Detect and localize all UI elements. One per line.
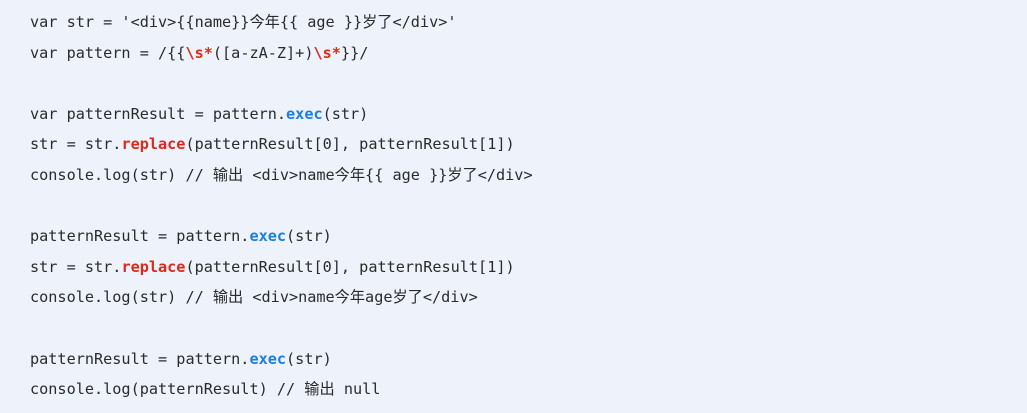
code-token: patternResult = pattern. — [30, 227, 250, 246]
code-keyword-red: \s* — [313, 43, 341, 62]
code-line: console.log(patternResult) // 输出 null — [30, 374, 1027, 405]
code-token: patternResult = pattern. — [30, 349, 250, 368]
code-block: var str = '<div>{{name}}今年{{ age }}岁了</d… — [0, 0, 1027, 413]
code-token: (str) — [286, 227, 332, 246]
code-token: (patternResult[0], patternResult[1]) — [185, 257, 515, 276]
code-token: var patternResult = pattern. — [30, 104, 287, 123]
code-keyword-red: \s* — [185, 43, 213, 62]
code-keyword-blue: exec — [249, 349, 287, 368]
code-line: console.log(str) // 输出 <div>name今年{{ age… — [30, 160, 1027, 191]
code-line: var pattern = /{{\s*([a-zA-Z]+)\s*}}/ — [30, 38, 1027, 69]
code-token: (str) — [286, 349, 332, 368]
code-token: console.log(str) // 输出 <div>name今年age岁了<… — [30, 288, 478, 307]
code-token: str = str. — [30, 257, 122, 276]
code-token: var pattern = /{{ — [30, 43, 186, 62]
code-line: patternResult = pattern.exec(str) — [30, 344, 1027, 375]
code-token: console.log(str) // 输出 <div>name今年{{ age… — [30, 165, 533, 184]
code-keyword-blue: exec — [249, 227, 287, 246]
code-token: str = str. — [30, 135, 122, 154]
code-line: str = str.replace(patternResult[0], patt… — [30, 129, 1027, 160]
code-line: str = str.replace(patternResult[0], patt… — [30, 252, 1027, 283]
code-token: console.log(patternResult) // 输出 null — [30, 380, 381, 399]
code-token: (str) — [322, 104, 369, 123]
code-keyword-blue: exec — [286, 104, 323, 123]
code-keyword-red: replace — [121, 135, 186, 154]
code-line: console.log(str) // 输出 <div>name今年age岁了<… — [30, 282, 1027, 313]
code-line: var str = '<div>{{name}}今年{{ age }}岁了</d… — [30, 7, 1027, 38]
code-token: (patternResult[0], patternResult[1]) — [185, 135, 515, 154]
code-keyword-red: replace — [121, 257, 186, 276]
code-token: var str = '<div>{{name}}今年{{ age }}岁了</d… — [30, 13, 457, 31]
code-line: patternResult = pattern.exec(str) — [30, 221, 1027, 252]
code-token: ([a-zA-Z]+) — [212, 43, 314, 62]
code-token: }}/ — [340, 43, 369, 62]
code-line: var patternResult = pattern.exec(str) — [30, 99, 1027, 130]
